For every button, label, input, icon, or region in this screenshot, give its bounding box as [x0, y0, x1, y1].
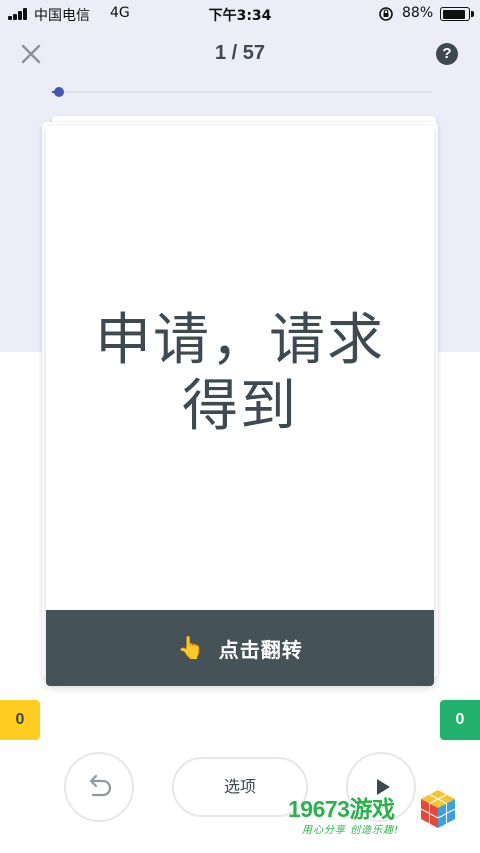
- help-icon[interactable]: ?: [436, 43, 458, 65]
- still-learning-count: 0: [0, 700, 40, 740]
- watermark: 19673游戏 用心分享 创造乐趣!: [288, 786, 480, 846]
- cube-logo-icon: [420, 790, 456, 828]
- watermark-brand-number: 19673: [288, 796, 350, 822]
- card-term: 申请，请求得到: [95, 308, 385, 439]
- undo-icon: [89, 774, 112, 797]
- flip-card-label: 点击翻转: [218, 637, 303, 662]
- progress-bar: [52, 87, 432, 97]
- undo-button[interactable]: [64, 752, 134, 822]
- watermark-slogan: 用心分享 创造乐趣!: [302, 825, 400, 836]
- flashcard[interactable]: 申请，请求得到 👆 点击翻转: [46, 126, 434, 686]
- rotation-lock-icon: [379, 7, 393, 21]
- watermark-brand-text: 游戏: [349, 796, 395, 822]
- card-counter: 1 / 57: [214, 42, 266, 64]
- watermark-brand: 19673游戏: [288, 790, 395, 824]
- battery-icon: [440, 7, 474, 21]
- status-bar: 中国电信 4G 下午3:34 88%: [0, 0, 480, 28]
- battery-percentage: 88%: [402, 5, 434, 21]
- know-count: 0: [440, 700, 480, 740]
- progress-knob: [53, 87, 64, 97]
- flip-card-button[interactable]: 👆 点击翻转: [46, 610, 434, 686]
- pointing-hand-icon: 👆: [177, 635, 205, 661]
